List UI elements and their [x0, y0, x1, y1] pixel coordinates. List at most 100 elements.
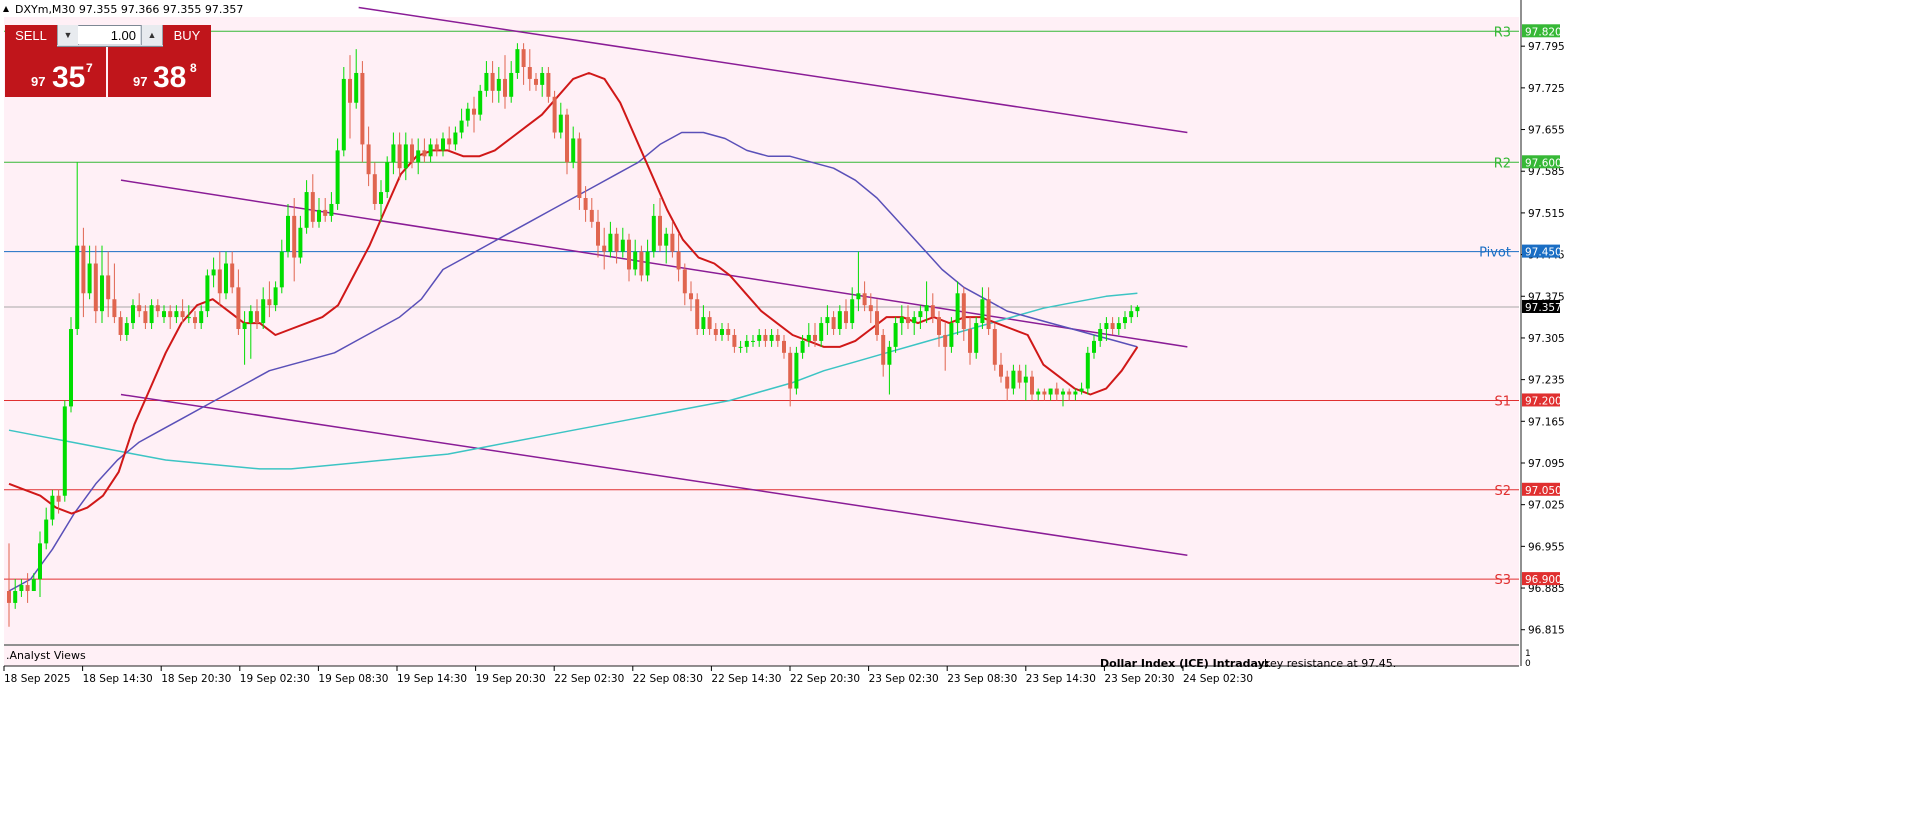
candle-body	[292, 215, 297, 258]
candle-body	[174, 311, 179, 318]
candle-body	[1129, 311, 1134, 318]
level-price-label: 97.050	[1525, 485, 1562, 497]
y-tick-label: 97.235	[1528, 375, 1565, 387]
candle-body	[620, 239, 625, 252]
candle-body	[571, 138, 576, 163]
subwindow-scale-bottom: 0	[1525, 659, 1531, 669]
candle-body	[422, 150, 427, 157]
x-tick-label: 22 Sep 20:30	[790, 673, 860, 685]
y-tick-label: 97.515	[1528, 208, 1565, 220]
candle-body	[360, 72, 365, 145]
candle-body	[1110, 323, 1115, 330]
sell-price-prefix: 97	[31, 74, 46, 89]
candle-body	[1023, 376, 1028, 383]
candle-body	[38, 543, 42, 580]
x-tick-label: 19 Sep 02:30	[240, 673, 310, 685]
x-tick-label: 23 Sep 20:30	[1104, 673, 1174, 685]
candle-body	[428, 144, 433, 157]
candle-body	[124, 323, 129, 335]
x-tick-label: 22 Sep 14:30	[711, 673, 781, 685]
buy-price-prefix: 97	[133, 74, 148, 89]
level-label-s3: S3	[1494, 573, 1511, 588]
candle-body	[81, 245, 86, 294]
candle-body	[1061, 391, 1065, 395]
level-price-label: 97.450	[1525, 247, 1562, 259]
candle-body	[25, 585, 30, 592]
candle-body	[472, 108, 476, 115]
candle-body	[732, 334, 737, 347]
candle-body	[56, 495, 61, 502]
candle-body	[354, 72, 359, 103]
candle-body	[143, 311, 148, 324]
x-tick-label: 19 Sep 08:30	[318, 673, 388, 685]
candle-body	[707, 317, 712, 330]
candle-body	[658, 215, 662, 246]
candle-body	[372, 174, 377, 204]
candle-body	[751, 340, 755, 342]
x-tick-label: 23 Sep 14:30	[1026, 673, 1096, 685]
x-tick-label: 19 Sep 14:30	[397, 673, 467, 685]
lot-decrease-button[interactable]: ▼	[57, 25, 79, 45]
candle-body	[69, 329, 73, 407]
candle-body	[837, 311, 842, 330]
level-price-label: 97.600	[1525, 157, 1562, 169]
candle-body	[1067, 391, 1072, 395]
candle-body	[875, 311, 879, 335]
candle-body	[1036, 391, 1041, 395]
y-tick-label: 96.955	[1528, 541, 1565, 553]
candle-body	[255, 311, 259, 324]
lot-increase-button[interactable]: ▲	[141, 25, 163, 45]
x-tick-label: 18 Sep 14:30	[83, 673, 153, 685]
candle-body	[825, 317, 830, 324]
y-tick-label: 97.795	[1528, 41, 1565, 53]
candle-body	[7, 591, 11, 603]
candle-body	[955, 293, 960, 324]
candle-body	[503, 78, 507, 97]
y-tick-label: 97.305	[1528, 333, 1565, 345]
candle-body	[633, 251, 638, 270]
price-chart[interactable]: DXYm,M30 97.355 97.366 97.355 97.357 97.7…	[0, 0, 1916, 840]
candle-body	[868, 305, 873, 312]
candle-body	[131, 305, 135, 324]
candle-body	[961, 293, 966, 330]
candle-body	[515, 49, 520, 73]
candle-body	[434, 144, 439, 151]
candle-body	[540, 72, 545, 85]
candle-body	[211, 269, 216, 276]
candle-body	[273, 287, 278, 306]
candle-body	[490, 72, 495, 91]
candle-body	[552, 96, 557, 133]
sell-button[interactable]: SELL	[5, 25, 57, 47]
candle-body	[180, 311, 185, 318]
candle-body	[682, 269, 687, 294]
candle-body	[856, 293, 861, 300]
candle-body	[1030, 376, 1034, 395]
buy-price-box[interactable]: 97 38 8	[108, 47, 211, 97]
candle-body	[1135, 306, 1140, 312]
candle-body	[230, 263, 235, 288]
y-tick-label: 96.815	[1528, 625, 1565, 637]
candle-body	[236, 287, 241, 330]
buy-button[interactable]: BUY	[163, 25, 211, 47]
candle-body	[385, 162, 390, 193]
candle-body	[465, 108, 470, 121]
x-tick-label: 22 Sep 08:30	[633, 673, 703, 685]
y-tick-label: 97.165	[1528, 416, 1565, 428]
candle-body	[93, 263, 98, 312]
candle-body	[366, 144, 371, 175]
y-tick-label: 97.025	[1528, 500, 1565, 512]
candle-body	[999, 364, 1003, 377]
candle-body	[217, 269, 222, 294]
candle-body	[713, 329, 718, 335]
candle-body	[391, 144, 396, 163]
candle-body	[881, 334, 886, 365]
sell-price-box[interactable]: 97 35 7	[5, 47, 106, 97]
candle-body	[335, 150, 340, 204]
candle-body	[1073, 391, 1078, 395]
candle-body	[819, 323, 824, 341]
level-label-r3: R3	[1494, 25, 1511, 40]
candle-body	[887, 346, 892, 365]
candle-body	[782, 340, 786, 353]
candle-body	[577, 138, 582, 199]
lot-size-input[interactable]	[78, 26, 140, 44]
